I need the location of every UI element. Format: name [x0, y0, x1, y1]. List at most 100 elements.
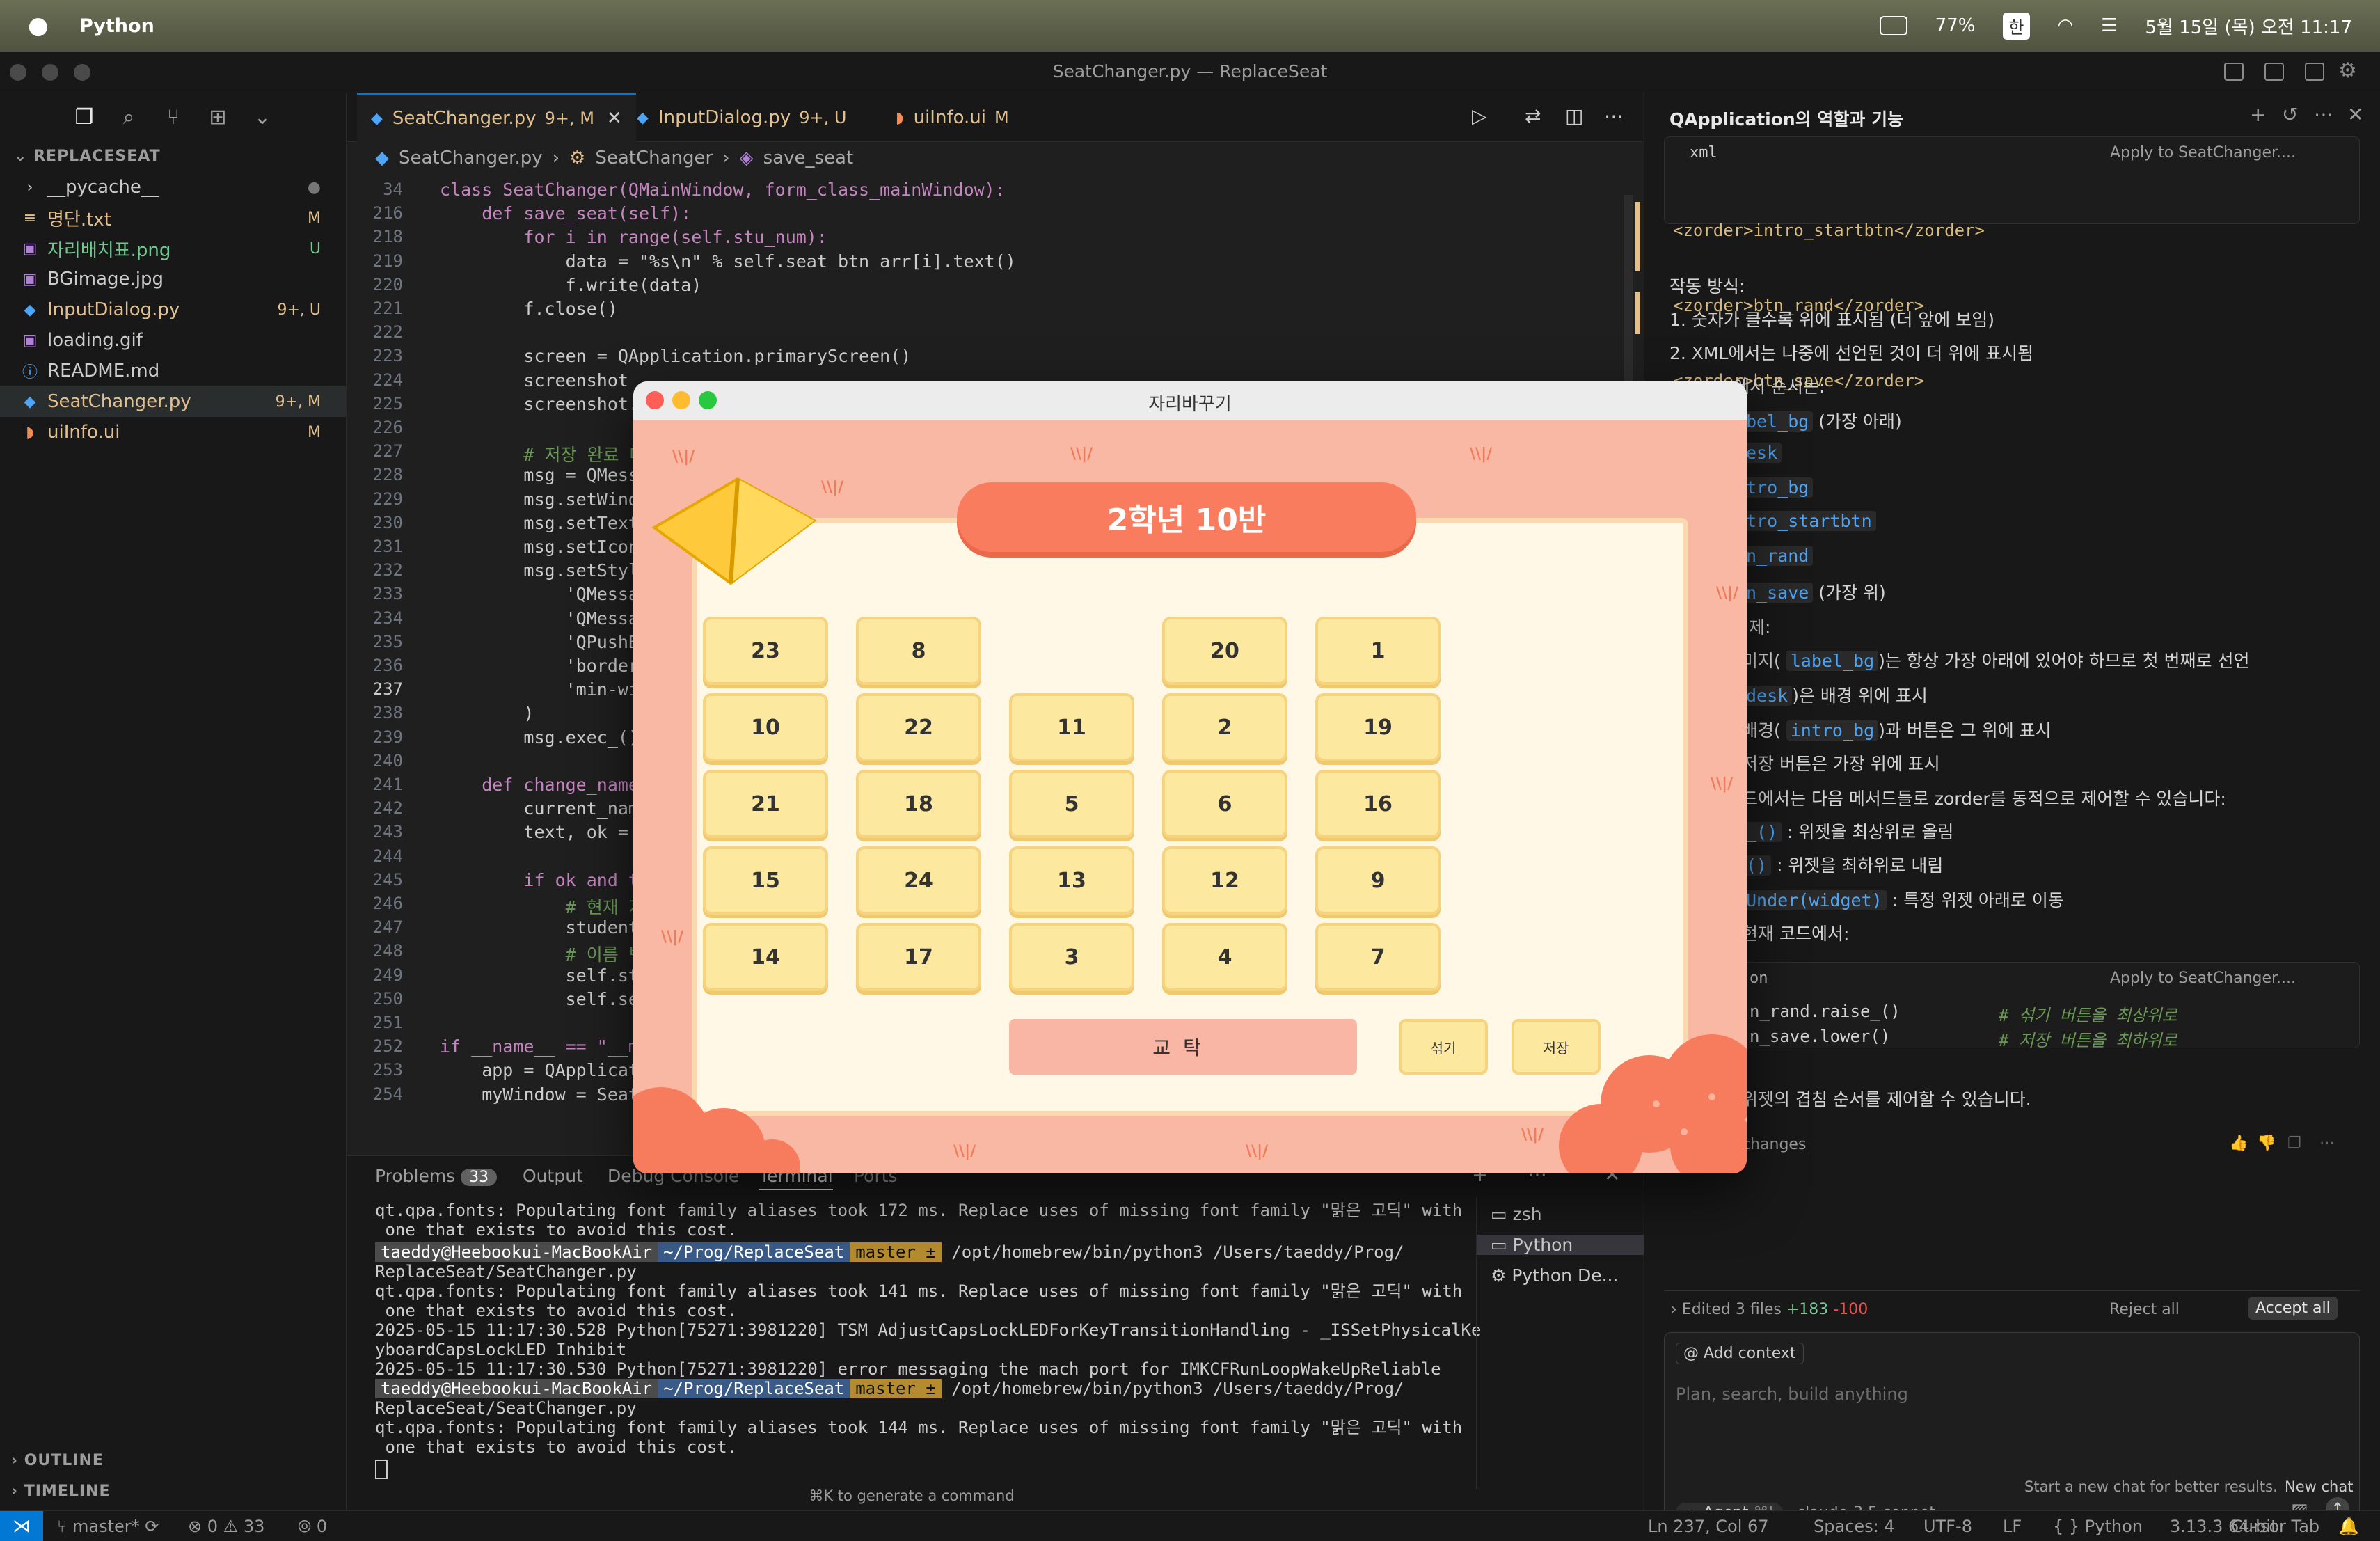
seat-button[interactable]: 8 [856, 617, 981, 685]
close-chat-icon[interactable]: ✕ [2347, 103, 2363, 126]
run-icon[interactable]: ▷ [1472, 104, 1487, 127]
remote-icon[interactable]: ⋊ [0, 1511, 43, 1541]
file-seat-image[interactable]: ▣ 자리배치표.png U [0, 233, 346, 264]
file-readme[interactable]: ⓘ README.md [0, 356, 346, 386]
seat-changer-window: 자리바꾸기 \\|/ \\|/ \\|/ \\|/ \\|/ \\|/ \\|/… [633, 381, 1747, 1173]
explorer-section-title[interactable]: ⌄ REPLACESEAT [14, 148, 161, 165]
new-chat-link[interactable]: New chat [2285, 1478, 2353, 1495]
battery-percent[interactable]: 77% [1935, 15, 1976, 36]
tab-problems[interactable]: Problems 33 [375, 1166, 498, 1186]
seat-button[interactable]: 22 [856, 693, 981, 761]
folder-pycache[interactable]: › __pycache__ ● [0, 172, 346, 203]
chevron-down-icon[interactable]: ⌄ [251, 106, 274, 129]
copy-icon[interactable]: ❐ [2287, 1135, 2301, 1152]
seat-button[interactable]: 15 [703, 846, 828, 915]
encoding[interactable]: UTF-8 [1923, 1517, 1972, 1536]
seat-button[interactable]: 16 [1315, 770, 1441, 838]
reject-all-button[interactable]: Reject all [2109, 1301, 2180, 1318]
terminal-zsh[interactable]: ▭ zsh [1491, 1204, 1542, 1224]
settings-gear-icon[interactable]: ⚙ [2338, 58, 2357, 83]
file-seatchanger[interactable]: ◆ SeatChanger.py 9+, M [0, 386, 346, 417]
seat-button[interactable]: 10 [703, 693, 828, 761]
more-icon[interactable]: ⋯ [2319, 1135, 2335, 1152]
breadcrumb-method[interactable]: save_seat [763, 148, 854, 168]
wifi-icon[interactable]: ◠ [2058, 15, 2074, 36]
control-icon[interactable] [1879, 16, 1907, 35]
breadcrumb-class[interactable]: SeatChanger [595, 148, 713, 168]
branch-indicator[interactable]: ⑂ master* ⟳ [57, 1517, 159, 1536]
seat-button[interactable]: 17 [856, 923, 981, 991]
language-mode[interactable]: { } Python [2053, 1517, 2143, 1536]
history-icon[interactable]: ↺ [2282, 103, 2298, 126]
control-center-icon[interactable]: ☰ [2101, 15, 2117, 36]
menu-extras: 77% 한 ◠ ☰ 5월 15일 (목) 오전 11:17 [1879, 0, 2353, 52]
seat-button[interactable]: 19 [1315, 693, 1441, 761]
close-tab-icon[interactable]: ✕ [607, 108, 622, 129]
app-name[interactable]: Python [79, 15, 154, 37]
seat-button[interactable]: 23 [703, 617, 828, 685]
search-icon[interactable]: ⌕ [117, 106, 141, 129]
file-inputdialog[interactable]: ◆ InputDialog.py 9+, U [0, 294, 346, 325]
tab-inputdialog[interactable]: ◆ InputDialog.py 9+, U [623, 93, 860, 142]
explorer-icon[interactable]: ❐ [72, 106, 96, 129]
seat-button[interactable]: 2 [1162, 693, 1287, 761]
seat-button[interactable]: 7 [1315, 923, 1441, 991]
seat-button[interactable]: 5 [1009, 770, 1134, 838]
tab-output[interactable]: Output [523, 1166, 583, 1186]
terminal-python[interactable]: ▭ Python [1477, 1235, 1644, 1255]
input-method[interactable]: 한 [2003, 12, 2030, 40]
new-chat-icon[interactable]: + [2250, 103, 2266, 126]
apple-icon[interactable]: ● [28, 12, 56, 40]
cursor-position[interactable]: Ln 237, Col 67 [1648, 1517, 1769, 1536]
eol[interactable]: LF [2003, 1517, 2022, 1536]
seat-button[interactable]: 1 [1315, 617, 1441, 685]
file-loading-gif[interactable]: ▣ loading.gif [0, 325, 346, 356]
problems-indicator[interactable]: ⊗ 0 ⚠ 33 [188, 1517, 264, 1536]
thumbs-down-icon[interactable]: 👎 [2257, 1135, 2276, 1152]
indentation[interactable]: Spaces: 4 [1814, 1517, 1895, 1536]
apply-button[interactable]: Apply to SeatChanger.... [2110, 144, 2296, 161]
chat-input[interactable]: Plan, search, build anything [1676, 1384, 2344, 1404]
split-editor-icon[interactable]: ◫ [1565, 104, 1583, 127]
source-control-icon[interactable]: ⑂ [161, 106, 185, 129]
apply-button[interactable]: Apply to SeatChanger.... [2110, 970, 2296, 987]
toggle-panel-icon[interactable] [2264, 63, 2284, 81]
toggle-sidebar-icon[interactable] [2224, 63, 2244, 81]
toggle-secondary-sidebar-icon[interactable] [2305, 63, 2324, 81]
cursor-tab[interactable]: Cursor Tab [2231, 1517, 2319, 1536]
shuffle-button[interactable]: 섞기 [1399, 1019, 1488, 1075]
save-button[interactable]: 저장 [1512, 1019, 1601, 1075]
seat-button[interactable]: 14 [703, 923, 828, 991]
compare-icon[interactable]: ⇄ [1525, 104, 1541, 127]
seat-button[interactable]: 13 [1009, 846, 1134, 915]
seat-button[interactable]: 9 [1315, 846, 1441, 915]
file-bgimage[interactable]: ▣ BGimage.jpg [0, 264, 346, 294]
seat-button[interactable]: 18 [856, 770, 981, 838]
tab-uiinfo[interactable]: ◗ uiInfo.ui M [882, 93, 1023, 142]
timeline-section[interactable]: › TIMELINE [11, 1483, 111, 1500]
seat-button[interactable]: 11 [1009, 693, 1134, 761]
tab-seatchanger[interactable]: ◆ SeatChanger.py 9+, M ✕ [357, 93, 636, 142]
file-uiinfo[interactable]: ◗ uiInfo.ui M [0, 417, 346, 448]
seat-button[interactable]: 6 [1162, 770, 1287, 838]
ports-indicator[interactable]: ⦾ 0 [298, 1517, 327, 1536]
seat-button[interactable]: 21 [703, 770, 828, 838]
seat-button[interactable]: 4 [1162, 923, 1287, 991]
terminal-python-debug[interactable]: ⚙ Python De... [1491, 1265, 1618, 1286]
thumbs-up-icon[interactable]: 👍 [2229, 1135, 2248, 1152]
more-icon[interactable]: ⋯ [2314, 103, 2333, 126]
clock[interactable]: 5월 15일 (목) 오전 11:17 [2145, 13, 2353, 39]
seat-button[interactable]: 20 [1162, 617, 1287, 685]
add-context-button[interactable]: @ Add context [1676, 1343, 1804, 1364]
seat-button[interactable]: 12 [1162, 846, 1287, 915]
file-명단[interactable]: ≡ 명단.txt M [0, 203, 346, 233]
seat-button[interactable]: 3 [1009, 923, 1134, 991]
seat-button[interactable]: 24 [856, 846, 981, 915]
outline-section[interactable]: › OUTLINE [11, 1452, 104, 1469]
more-actions-icon[interactable]: ⋯ [1604, 104, 1624, 127]
accept-all-button[interactable]: Accept all [2248, 1297, 2338, 1320]
edited-files-bar[interactable]: › Edited 3 files +183 -100 Reject all Ac… [1664, 1290, 2360, 1327]
extensions-icon[interactable]: ⊞ [206, 106, 230, 129]
breadcrumb-file[interactable]: SeatChanger.py [399, 148, 543, 168]
notifications-icon[interactable]: 🔔 [2338, 1517, 2359, 1536]
